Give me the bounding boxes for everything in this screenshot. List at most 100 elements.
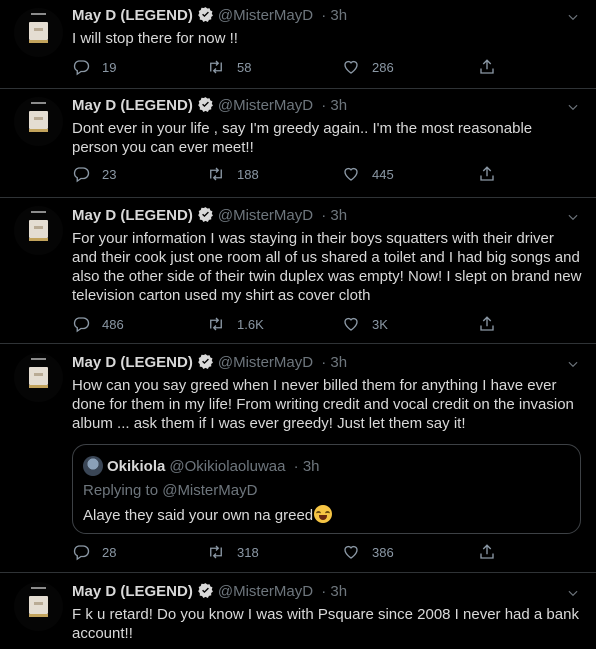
heart-icon [344,167,358,181]
share-button[interactable] [478,57,496,77]
author-handle[interactable]: @MisterMayD [218,354,313,371]
share-icon [480,166,494,181]
verified-badge-icon [197,353,214,376]
verified-badge-icon [197,96,214,119]
like-button[interactable]: 286 [342,57,394,77]
replying-to-label: Replying to @MisterMayD [83,482,258,499]
reply-button[interactable]: 486 [72,314,124,334]
retweet-count: 58 [237,59,252,75]
avatar[interactable] [14,97,63,146]
laughing-tears-emoji-icon [314,505,333,523]
retweet-count: 318 [237,544,259,560]
avatar[interactable] [14,353,63,402]
tweet[interactable]: May D (LEGEND) @MisterMayD · 3h Dont ever… [0,89,596,198]
reply-button[interactable]: 19 [72,57,116,77]
reply-icon [73,167,90,183]
chevron-down-icon[interactable] [566,586,580,600]
reply-button[interactable]: 23 [72,164,116,184]
share-button[interactable] [478,314,496,334]
share-icon [480,316,494,331]
tweet-header: May D (LEGEND) @MisterMayD · 3h [72,353,347,376]
tweet-text: For your information I was staying in th… [72,230,582,304]
reply-count: 19 [102,59,117,75]
tweet-header: May D (LEGEND) @MisterMayD · 3h [72,96,347,119]
quoted-author-name: Okikiola [107,458,166,475]
tweet-actions: 19 58 286 [72,57,522,77]
tweet-text: Dont ever in your life , say I'm greedy … [72,120,533,156]
tweet-text: F k u retard! Do you know I was with Psq… [72,606,579,642]
tweet-text: How can you say greed when I never bille… [72,377,574,432]
tweet[interactable]: May D (LEGEND) @MisterMayD · 3h For your … [0,198,596,344]
heart-icon [344,545,358,559]
chevron-down-icon[interactable] [566,210,580,224]
author-handle[interactable]: @MisterMayD [218,97,313,114]
author-name[interactable]: May D (LEGEND) [72,354,193,371]
tweet-header: May D (LEGEND) @MisterMayD · 3h [72,582,347,605]
avatar[interactable] [14,8,63,57]
quoted-tweet[interactable]: Okikiola @Okikiolaoluwaa · 3h Replying to… [72,444,581,534]
retweet-icon [210,167,222,181]
tweet-header: May D (LEGEND) @MisterMayD · 3h [72,6,347,29]
like-count: 286 [372,59,394,75]
quoted-author-handle: @Okikiolaoluwaa [169,458,286,475]
retweet-icon [210,317,222,331]
retweet-icon [210,545,222,559]
like-count: 3K [372,316,388,332]
tweet-time[interactable]: 3h [330,207,347,224]
verified-badge-icon [197,206,214,229]
quoted-tweet-time: 3h [302,458,320,475]
retweet-icon [210,60,222,74]
tweet-actions: 23 188 445 [72,164,522,184]
tweet-text: I will stop there for now !! [72,30,238,47]
chevron-down-icon[interactable] [566,10,580,24]
author-name[interactable]: May D (LEGEND) [72,7,193,24]
reply-count: 28 [102,544,117,560]
reply-count: 23 [102,166,117,182]
heart-icon [344,317,358,331]
retweet-button[interactable]: 1.6K [207,314,264,334]
author-name[interactable]: May D (LEGEND) [72,583,193,600]
verified-badge-icon [197,582,214,605]
quoted-tweet-header: Okikiola @Okikiolaoluwaa · 3h [83,456,320,476]
reply-icon [73,545,90,561]
tweet[interactable]: May D (LEGEND) @MisterMayD · 3h How can y… [0,344,596,573]
tweet-header: May D (LEGEND) @MisterMayD · 3h [72,206,347,229]
chevron-down-icon[interactable] [566,357,580,371]
tweet[interactable]: May D (LEGEND) @MisterMayD · 3h I will st… [0,0,596,89]
share-icon [480,544,494,559]
tweet-time[interactable]: 3h [330,354,347,371]
tweet-time[interactable]: 3h [330,7,347,24]
retweet-button[interactable]: 318 [207,542,259,562]
avatar[interactable] [14,206,63,255]
like-button[interactable]: 3K [342,314,388,334]
quoted-tweet-text: Alaye they said your own na greed [83,505,333,524]
share-button[interactable] [478,164,496,184]
author-handle[interactable]: @MisterMayD [218,583,313,600]
avatar[interactable] [14,582,63,631]
quoted-avatar [83,456,103,476]
like-button[interactable]: 386 [342,542,394,562]
tweet-time[interactable]: 3h [330,583,347,600]
like-count: 445 [372,166,394,182]
heart-icon [344,60,358,74]
reply-count: 486 [102,316,124,332]
tweet-actions: 28 318 386 [72,542,522,562]
share-icon [480,59,494,74]
author-handle[interactable]: @MisterMayD [218,7,313,24]
author-name[interactable]: May D (LEGEND) [72,207,193,224]
tweet-time[interactable]: 3h [330,97,347,114]
retweet-button[interactable]: 188 [207,164,259,184]
chevron-down-icon[interactable] [566,100,580,114]
author-name[interactable]: May D (LEGEND) [72,97,193,114]
like-count: 386 [372,544,394,560]
quoted-text: Alaye they said your own na greed [83,507,314,524]
author-handle[interactable]: @MisterMayD [218,207,313,224]
retweet-count: 1.6K [237,316,264,332]
retweet-button[interactable]: 58 [207,57,251,77]
like-button[interactable]: 445 [342,164,394,184]
share-button[interactable] [478,542,496,562]
tweet[interactable]: May D (LEGEND) @MisterMayD · 3h F k u ret… [0,573,596,649]
reply-button[interactable]: 28 [72,542,116,562]
retweet-count: 188 [237,166,259,182]
verified-badge-icon [197,6,214,29]
